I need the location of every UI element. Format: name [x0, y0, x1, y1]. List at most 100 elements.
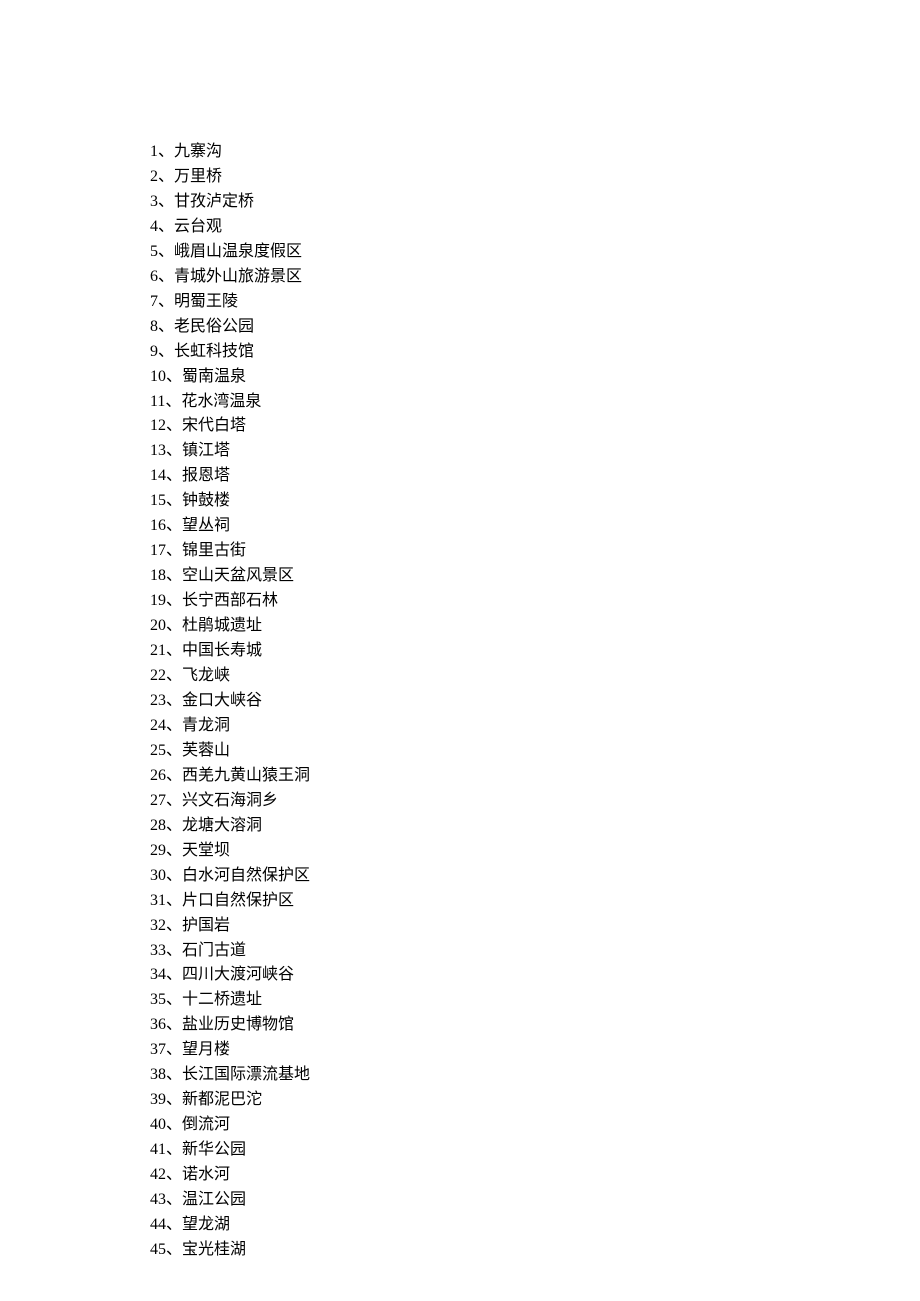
list-item: 16、望丛祠: [150, 514, 920, 539]
item-number: 44: [150, 1216, 166, 1233]
list-item: 22、飞龙峡: [150, 664, 920, 689]
item-text: 盐业历史博物馆: [182, 1016, 294, 1033]
item-number: 3: [150, 193, 158, 210]
item-text: 万里桥: [174, 168, 222, 185]
list-item: 38、长江国际漂流基地: [150, 1063, 920, 1088]
list-item: 28、龙塘大溶洞: [150, 814, 920, 839]
list-item: 7、明蜀王陵: [150, 290, 920, 315]
item-number: 33: [150, 942, 166, 959]
item-separator: 、: [166, 1191, 182, 1208]
item-text: 片口自然保护区: [182, 892, 294, 909]
item-text: 镇江塔: [182, 442, 230, 459]
item-text: 温江公园: [182, 1191, 246, 1208]
item-number: 40: [150, 1116, 166, 1133]
list-item: 1、九寨沟: [150, 140, 920, 165]
item-text: 金口大峡谷: [182, 692, 262, 709]
list-item: 3、甘孜泸定桥: [150, 190, 920, 215]
item-text: 报恩塔: [182, 467, 230, 484]
item-number: 30: [150, 867, 166, 884]
item-separator: 、: [158, 168, 174, 185]
item-separator: 、: [158, 218, 174, 235]
list-item: 19、长宁西部石林: [150, 589, 920, 614]
item-number: 7: [150, 293, 158, 310]
item-text: 宋代白塔: [182, 417, 246, 434]
item-separator: 、: [166, 842, 182, 859]
item-text: 龙塘大溶洞: [182, 817, 262, 834]
list-item: 31、片口自然保护区: [150, 889, 920, 914]
item-number: 26: [150, 767, 166, 784]
item-text: 芙蓉山: [182, 742, 230, 759]
item-separator: 、: [158, 243, 174, 260]
item-separator: 、: [166, 1041, 182, 1058]
list-item: 14、报恩塔: [150, 464, 920, 489]
list-item: 39、新都泥巴沱: [150, 1088, 920, 1113]
item-separator: 、: [166, 991, 182, 1008]
item-number: 12: [150, 417, 166, 434]
item-number: 41: [150, 1141, 166, 1158]
list-item: 4、云台观: [150, 215, 920, 240]
item-text: 钟鼓楼: [182, 492, 230, 509]
list-item: 23、金口大峡谷: [150, 689, 920, 714]
list-item: 10、蜀南温泉: [150, 365, 920, 390]
list-item: 29、天堂坝: [150, 839, 920, 864]
item-text: 杜鹃城遗址: [182, 617, 262, 634]
item-number: 9: [150, 343, 158, 360]
item-text: 老民俗公园: [174, 318, 254, 335]
item-separator: 、: [166, 417, 182, 434]
item-text: 新都泥巴沱: [182, 1091, 262, 1108]
item-text: 九寨沟: [174, 143, 222, 160]
item-text: 长虹科技馆: [174, 343, 254, 360]
item-separator: 、: [158, 268, 174, 285]
item-number: 32: [150, 917, 166, 934]
item-separator: 、: [166, 667, 182, 684]
item-text: 蜀南温泉: [182, 368, 246, 385]
list-item: 40、倒流河: [150, 1113, 920, 1138]
item-number: 11: [150, 393, 165, 410]
item-text: 宝光桂湖: [182, 1241, 246, 1258]
item-separator: 、: [158, 293, 174, 310]
item-text: 长宁西部石林: [182, 592, 278, 609]
item-number: 35: [150, 991, 166, 1008]
item-number: 34: [150, 966, 166, 983]
item-text: 护国岩: [182, 917, 230, 934]
item-number: 19: [150, 592, 166, 609]
item-number: 8: [150, 318, 158, 335]
item-separator: 、: [166, 1216, 182, 1233]
item-separator: 、: [166, 692, 182, 709]
item-number: 29: [150, 842, 166, 859]
item-separator: 、: [166, 767, 182, 784]
list-item: 30、白水河自然保护区: [150, 864, 920, 889]
item-number: 31: [150, 892, 166, 909]
item-number: 36: [150, 1016, 166, 1033]
item-separator: 、: [166, 867, 182, 884]
item-number: 16: [150, 517, 166, 534]
item-number: 10: [150, 368, 166, 385]
item-separator: 、: [158, 318, 174, 335]
item-number: 45: [150, 1241, 166, 1258]
list-item: 18、空山天盆风景区: [150, 564, 920, 589]
list-item: 44、望龙湖: [150, 1213, 920, 1238]
list-item: 32、护国岩: [150, 914, 920, 939]
item-number: 18: [150, 567, 166, 584]
list-item: 5、峨眉山温泉度假区: [150, 240, 920, 265]
item-number: 24: [150, 717, 166, 734]
item-number: 6: [150, 268, 158, 285]
item-separator: 、: [166, 1066, 182, 1083]
item-text: 云台观: [174, 218, 222, 235]
item-number: 38: [150, 1066, 166, 1083]
list-item: 6、青城外山旅游景区: [150, 265, 920, 290]
item-separator: 、: [166, 467, 182, 484]
item-text: 新华公园: [182, 1141, 246, 1158]
list-item: 8、老民俗公园: [150, 315, 920, 340]
item-number: 2: [150, 168, 158, 185]
item-separator: 、: [166, 1141, 182, 1158]
item-text: 空山天盆风景区: [182, 567, 294, 584]
list-item: 13、镇江塔: [150, 439, 920, 464]
item-number: 28: [150, 817, 166, 834]
item-text: 青城外山旅游景区: [174, 268, 302, 285]
item-separator: 、: [158, 343, 174, 360]
list-item: 37、望月楼: [150, 1038, 920, 1063]
item-separator: 、: [165, 393, 181, 410]
item-text: 西羌九黄山猿王洞: [182, 767, 310, 784]
item-text: 望月楼: [182, 1041, 230, 1058]
